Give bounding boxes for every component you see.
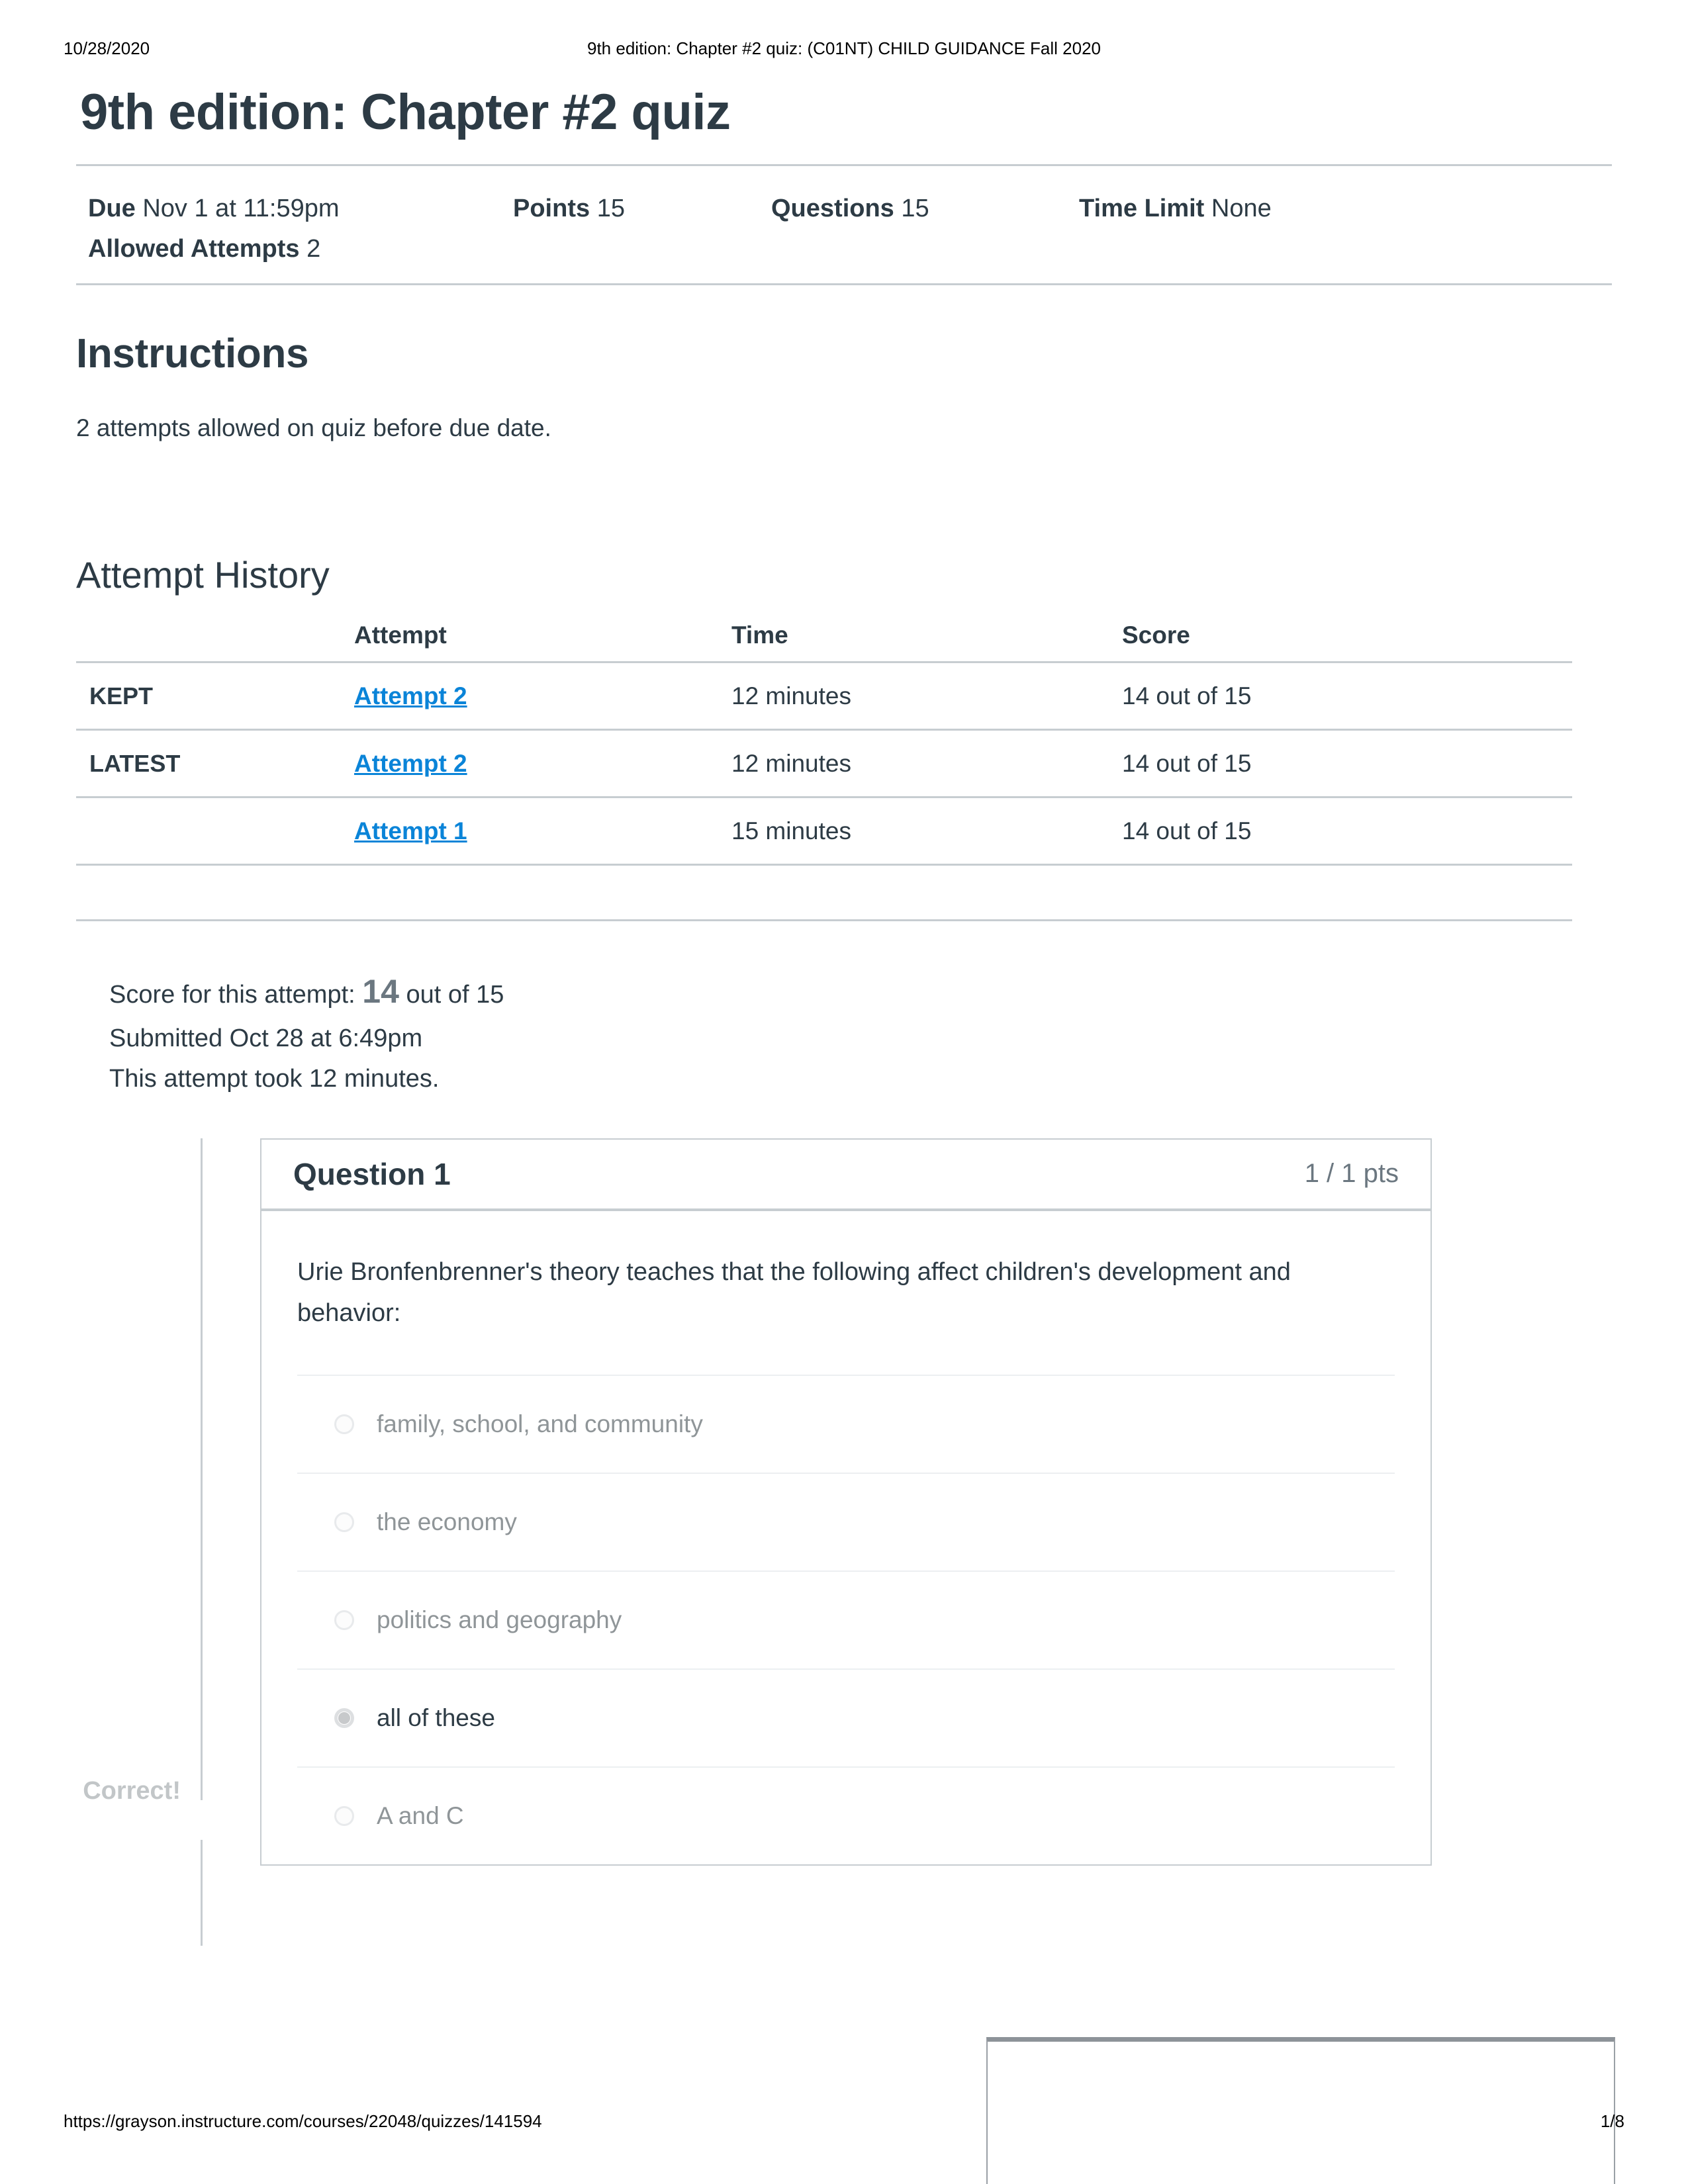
quiz-meta-time-limit-value: None — [1211, 194, 1272, 222]
quiz-meta: Due Nov 1 at 11:59pm Points 15 Questions… — [76, 166, 1612, 284]
attempt-summary-score-line: Score for this attempt: 14 out of 15 — [109, 965, 1612, 1019]
question-wrap: Correct! Question 1 1 / 1 pts Urie Bronf… — [83, 1138, 1432, 1946]
attempt-history-heading: Attempt History — [76, 554, 330, 596]
answer-list: family, school, and community the econom… — [297, 1375, 1395, 1864]
quiz-meta-time-limit-label: Time Limit — [1079, 194, 1205, 222]
next-question-box-truncated — [986, 2037, 1615, 2184]
attempt-summary-score-suffix: out of 15 — [406, 980, 504, 1009]
instructions-heading: Instructions — [76, 331, 309, 377]
divider-attempt-history-bottom — [76, 919, 1572, 921]
quiz-meta-points: Points 15 — [513, 189, 771, 229]
attempt-summary-score-value: 14 — [362, 972, 399, 1010]
radio-unselected-icon[interactable] — [334, 1806, 354, 1827]
print-footer-page-number: 1/8 — [1600, 2111, 1624, 2131]
quiz-meta-due-label: Due — [88, 194, 136, 222]
attempt-time: 12 minutes — [731, 682, 851, 709]
quiz-meta-due: Due Nov 1 at 11:59pm — [76, 189, 513, 229]
attempt-link[interactable]: Attempt 1 — [354, 817, 467, 844]
quiz-meta-questions-value: 15 — [901, 194, 929, 222]
attempt-history-thead: Attempt Time Score — [76, 621, 1572, 662]
quiz-meta-points-label: Points — [513, 194, 590, 222]
question-points: 1 / 1 pts — [1304, 1159, 1399, 1189]
divider-meta-bottom — [76, 283, 1612, 286]
print-header-title: 9th edition: Chapter #2 quiz: (C01NT) CH… — [587, 38, 1101, 58]
radio-selected-icon[interactable] — [334, 1708, 354, 1729]
attempt-summary-score-prefix: Score for this attempt: — [109, 980, 355, 1009]
question-box: Question 1 1 / 1 pts Urie Bronfenbrenner… — [260, 1138, 1432, 1866]
attempt-time: 12 minutes — [731, 749, 851, 777]
radio-unselected-icon[interactable] — [334, 1414, 354, 1435]
answer-option[interactable]: family, school, and community — [297, 1375, 1395, 1473]
attempt-flag-latest: LATEST — [89, 749, 181, 777]
table-row: LATEST Attempt 2 12 minutes 14 out of 15 — [76, 729, 1572, 797]
page-body: 9th edition: Chapter #2 quiz Due Nov 1 a… — [76, 84, 1612, 1946]
quiz-meta-row-1: Due Nov 1 at 11:59pm Points 15 Questions… — [76, 189, 1612, 229]
question-name: Question 1 — [293, 1156, 451, 1191]
question-header: Question 1 1 / 1 pts — [261, 1140, 1430, 1211]
quiz-meta-questions: Questions 15 — [771, 189, 1079, 229]
correct-answer-label: Correct! — [83, 1776, 181, 1805]
question-text: Urie Bronfenbrenner's theory teaches tha… — [297, 1257, 1291, 1327]
column-header-time: Time — [731, 621, 788, 649]
attempt-link[interactable]: Attempt 2 — [354, 750, 467, 777]
quiz-meta-due-value: Nov 1 at 11:59pm — [142, 194, 340, 222]
attempt-link[interactable]: Attempt 2 — [354, 682, 467, 709]
print-header: 10/28/2020 9th edition: Chapter #2 quiz:… — [0, 38, 1688, 65]
correct-answer-marker-bar-bottom — [201, 1839, 203, 1946]
column-header-flag — [76, 621, 354, 662]
question-body: Urie Bronfenbrenner's theory teaches tha… — [261, 1211, 1430, 1864]
attempt-summary-submitted: Submitted Oct 28 at 6:49pm — [109, 1024, 423, 1052]
quiz-meta-points-value: 15 — [596, 194, 625, 222]
quiz-meta-allowed-attempts: Allowed Attempts 2 — [76, 229, 320, 269]
attempt-time: 15 minutes — [731, 817, 851, 844]
attempt-summary-duration: This attempt took 12 minutes. — [109, 1065, 440, 1093]
answer-option-label: the economy — [377, 1508, 517, 1536]
instructions-text: 2 attempts allowed on quiz before due da… — [76, 414, 551, 442]
column-header-attempt: Attempt — [354, 621, 447, 649]
quiz-meta-time-limit: Time Limit None — [1079, 189, 1410, 229]
quiz-meta-allowed-attempts-label: Allowed Attempts — [88, 234, 300, 263]
answer-option[interactable]: the economy — [297, 1473, 1395, 1570]
answer-option[interactable]: politics and geography — [297, 1570, 1395, 1668]
attempt-score: 14 out of 15 — [1122, 749, 1252, 777]
attempt-history-header-row: Attempt Time Score — [76, 621, 1572, 662]
answer-option-label: A and C — [377, 1802, 464, 1830]
column-header-score: Score — [1122, 621, 1190, 649]
attempt-history-tbody: KEPT Attempt 2 12 minutes 14 out of 15 L… — [76, 661, 1572, 901]
correct-answer-marker-bar-top — [201, 1138, 203, 1800]
answer-option-label: all of these — [377, 1704, 495, 1732]
attempt-score: 14 out of 15 — [1122, 682, 1252, 709]
attempt-score: 14 out of 15 — [1122, 817, 1252, 844]
quiz-meta-row-2: Allowed Attempts 2 — [76, 229, 1612, 269]
print-footer: https://grayson.instructure.com/courses/… — [0, 2111, 1688, 2138]
attempt-flag-kept: KEPT — [89, 682, 154, 709]
quiz-meta-questions-label: Questions — [771, 194, 894, 222]
answer-option[interactable]: A and C — [297, 1766, 1395, 1864]
table-row: Attempt 1 15 minutes 14 out of 15 — [76, 796, 1572, 865]
page-title: 9th edition: Chapter #2 quiz — [80, 84, 731, 140]
attempt-summary: Score for this attempt: 14 out of 15 Sub… — [109, 965, 1612, 1100]
answer-option-selected[interactable]: all of these — [297, 1668, 1395, 1766]
answer-option-label: family, school, and community — [377, 1410, 703, 1438]
answer-option-label: politics and geography — [377, 1606, 622, 1634]
quiz-meta-allowed-attempts-value: 2 — [306, 234, 321, 263]
attempt-history-table: Attempt Time Score KEPT Attempt 2 12 min… — [76, 621, 1572, 901]
radio-unselected-icon[interactable] — [334, 1512, 354, 1533]
table-row: KEPT Attempt 2 12 minutes 14 out of 15 — [76, 661, 1572, 730]
table-row-spacer — [76, 864, 1572, 901]
radio-unselected-icon[interactable] — [334, 1610, 354, 1631]
print-footer-url: https://grayson.instructure.com/courses/… — [64, 2111, 542, 2131]
